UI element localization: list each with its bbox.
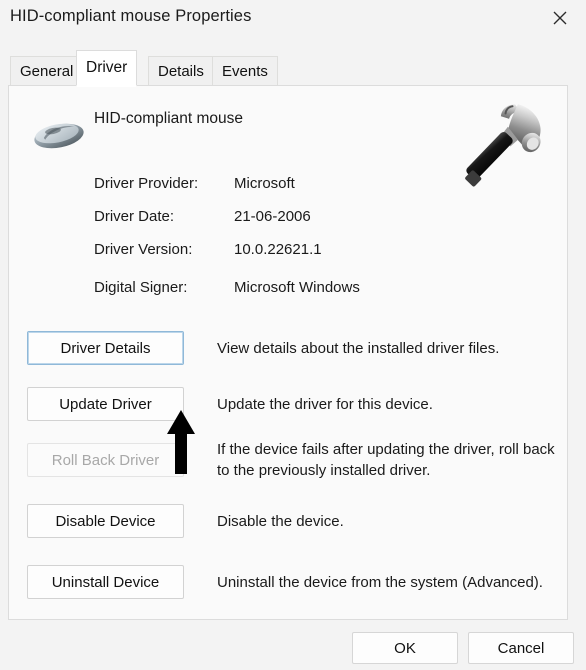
cancel-button[interactable]: Cancel	[468, 632, 574, 664]
close-icon	[553, 11, 567, 25]
info-label: Driver Date:	[94, 208, 175, 225]
tab-strip: General Driver Details Events	[0, 38, 586, 86]
tab-general[interactable]: General	[10, 56, 84, 86]
mouse-icon	[31, 114, 87, 154]
ok-button[interactable]: OK	[352, 632, 458, 664]
info-value: Microsoft	[234, 175, 295, 192]
uninstall-device-button[interactable]: Uninstall Device	[27, 565, 184, 599]
tab-panel-joint	[77, 84, 137, 87]
info-label: Digital Signer:	[94, 279, 188, 296]
button-label: Roll Back Driver	[51, 451, 160, 469]
hammer-icon	[451, 94, 566, 209]
disable-device-button[interactable]: Disable Device	[27, 504, 184, 538]
window-title: HID-compliant mouse Properties	[10, 7, 252, 25]
update-driver-button[interactable]: Update Driver	[27, 387, 184, 421]
info-label: Driver Version:	[94, 241, 193, 258]
driver-details-button[interactable]: Driver Details	[27, 331, 184, 365]
info-value: 21-06-2006	[234, 208, 311, 225]
button-label: Update Driver	[59, 395, 152, 413]
uninstall-device-description: Uninstall the device from the system (Ad…	[217, 574, 543, 591]
tab-label: Driver	[86, 59, 128, 76]
button-label: OK	[394, 639, 416, 657]
update-driver-description: Update the driver for this device.	[217, 396, 433, 413]
close-button[interactable]	[540, 2, 580, 34]
button-label: Disable Device	[55, 512, 156, 530]
tab-label: General	[20, 63, 74, 80]
title-bar: HID-compliant mouse Properties	[0, 0, 586, 38]
info-value: Microsoft Windows	[234, 279, 360, 296]
tab-label: Details	[158, 63, 204, 80]
button-label: Uninstall Device	[51, 573, 160, 591]
info-label: Driver Provider:	[94, 175, 199, 192]
tab-events[interactable]: Events	[212, 56, 278, 86]
roll-back-driver-description: If the device fails after updating the d…	[217, 441, 555, 479]
driver-details-description: View details about the installed driver …	[217, 340, 500, 357]
driver-tab-panel: HID-compliant mouse Driver Provider: Mic…	[8, 85, 568, 620]
button-label: Cancel	[497, 639, 545, 657]
disable-device-description: Disable the device.	[217, 513, 344, 530]
device-name: HID-compliant mouse	[94, 110, 244, 127]
roll-back-driver-button: Roll Back Driver	[27, 443, 184, 477]
button-label: Driver Details	[60, 339, 151, 357]
info-value: 10.0.22621.1	[234, 241, 322, 258]
tab-details[interactable]: Details	[148, 56, 214, 86]
tab-label: Events	[222, 63, 268, 80]
tab-driver[interactable]: Driver	[76, 50, 138, 86]
